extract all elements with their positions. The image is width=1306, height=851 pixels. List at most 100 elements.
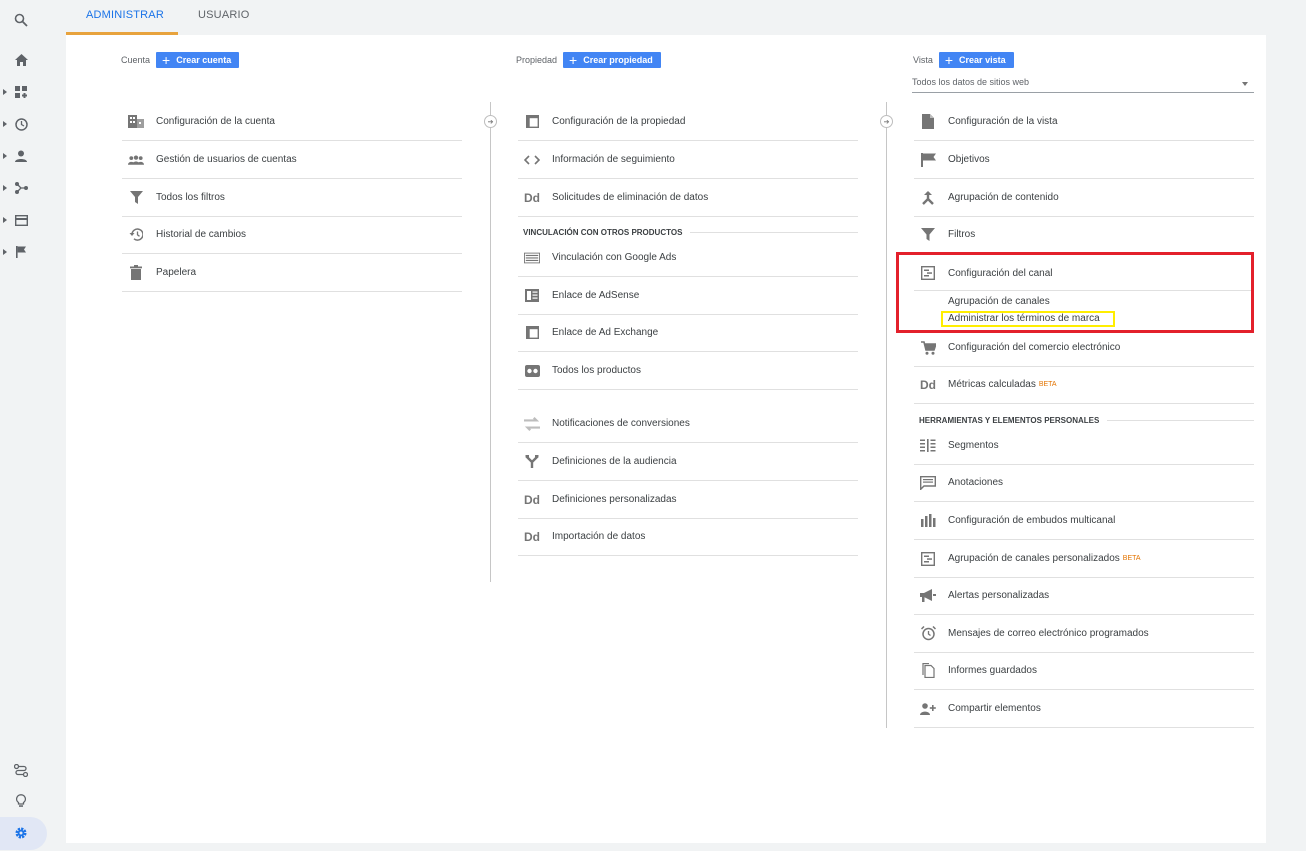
bar-chart-icon xyxy=(920,513,936,529)
account-filters-item[interactable]: Todos los filtros xyxy=(122,179,462,217)
expand-caret-icon[interactable] xyxy=(3,185,7,191)
content-grouping-item[interactable]: Agrupación de contenido xyxy=(914,179,1254,217)
goals-item[interactable]: Objetivos xyxy=(914,141,1254,179)
conversion-notifications-item[interactable]: Notificaciones de conversiones xyxy=(518,405,858,443)
account-users-item[interactable]: Gestión de usuarios de cuentas xyxy=(122,141,462,179)
property-header: Propiedad + Crear propiedad xyxy=(516,52,661,68)
saved-reports-item[interactable]: Informes guardados xyxy=(914,652,1254,690)
multichannel-funnels-item[interactable]: Configuración de embudos multicanal xyxy=(914,502,1254,540)
view-selected-value: Todos los datos de sitios web xyxy=(912,77,1030,87)
beta-badge: BETA xyxy=(1122,555,1141,562)
plus-icon: + xyxy=(162,52,171,68)
person-icon[interactable] xyxy=(12,147,30,165)
people-icon xyxy=(128,152,144,168)
history-icon xyxy=(128,227,144,243)
flag-icon xyxy=(920,152,936,168)
plus-icon: + xyxy=(569,52,578,68)
ads-icon xyxy=(524,250,540,266)
dd-icon: Dd xyxy=(920,377,936,392)
beta-badge: BETA xyxy=(1038,381,1057,388)
column-divider xyxy=(490,102,491,582)
filter-icon xyxy=(128,190,144,206)
megaphone-icon xyxy=(920,588,936,604)
create-view-button[interactable]: + Crear vista xyxy=(938,52,1014,68)
arrow-right-icon: ➔ xyxy=(484,115,497,128)
person-add-icon xyxy=(920,701,936,717)
create-account-button[interactable]: + Crear cuenta xyxy=(156,52,240,68)
custom-definitions-item[interactable]: Dd Definiciones personalizadas xyxy=(518,481,858,519)
swap-icon xyxy=(524,416,540,432)
adsense-link-item[interactable]: Enlace de AdSense xyxy=(518,277,858,315)
gear-icon[interactable] xyxy=(12,824,30,842)
search-icon[interactable] xyxy=(12,11,30,29)
custom-alerts-item[interactable]: Alertas personalizadas xyxy=(914,577,1254,615)
ecommerce-settings-item[interactable]: Configuración del comercio electrónico xyxy=(914,329,1254,367)
code-icon xyxy=(524,152,540,168)
home-icon[interactable] xyxy=(12,51,30,69)
adsense-icon xyxy=(524,288,540,304)
expand-caret-icon[interactable] xyxy=(3,121,7,127)
calculated-metrics-item[interactable]: Dd Métricas calculadas BETA xyxy=(914,366,1254,404)
account-trash-item[interactable]: Papelera xyxy=(122,254,462,292)
products-icon xyxy=(524,363,540,379)
highlight-yellow-box xyxy=(941,311,1115,327)
tracking-info-item[interactable]: Información de seguimiento xyxy=(518,141,858,179)
route-icon[interactable] xyxy=(12,761,30,779)
fork-icon xyxy=(524,454,540,470)
cart-icon xyxy=(920,340,936,356)
lightbulb-icon[interactable] xyxy=(12,792,30,810)
segments-item[interactable]: Segmentos xyxy=(914,427,1254,465)
tab-administrar[interactable]: ADMINISTRAR xyxy=(86,9,164,21)
clock-icon[interactable] xyxy=(12,115,30,133)
custom-channel-grouping-item[interactable]: Agrupación de canales personalizados BETA xyxy=(914,540,1254,578)
view-selector[interactable]: Todos los datos de sitios web xyxy=(912,77,1254,93)
column-divider xyxy=(886,102,887,728)
dd-icon: Dd xyxy=(524,492,540,507)
expand-caret-icon[interactable] xyxy=(3,217,7,223)
share-assets-item[interactable]: Compartir elementos xyxy=(914,690,1254,728)
account-label: Cuenta xyxy=(121,55,151,65)
account-history-item[interactable]: Historial de cambios xyxy=(122,216,462,254)
account-settings-item[interactable]: Configuración de la cuenta xyxy=(122,103,462,141)
window-icon xyxy=(524,325,540,341)
alarm-icon xyxy=(920,626,936,642)
saved-report-icon xyxy=(920,663,936,679)
window-icon xyxy=(524,114,540,130)
tab-usuario[interactable]: USUARIO xyxy=(198,9,250,21)
segments-icon xyxy=(920,438,936,454)
data-import-item[interactable]: Dd Importación de datos xyxy=(518,518,858,556)
merge-icon xyxy=(920,190,936,206)
chevron-down-icon xyxy=(1242,82,1248,86)
google-ads-link-item[interactable]: Vinculación con Google Ads xyxy=(518,239,858,277)
filter-icon xyxy=(920,227,936,243)
card-icon[interactable] xyxy=(12,211,30,229)
view-label: Vista xyxy=(913,55,933,65)
data-deletion-item[interactable]: Dd Solicitudes de eliminación de datos xyxy=(518,179,858,217)
channel-icon xyxy=(920,551,936,567)
view-settings-item[interactable]: Configuración de la vista xyxy=(914,103,1254,141)
trash-icon xyxy=(128,265,144,281)
audience-definitions-item[interactable]: Definiciones de la audiencia xyxy=(518,443,858,481)
annotations-item[interactable]: Anotaciones xyxy=(914,464,1254,502)
plus-icon: + xyxy=(944,52,954,68)
scheduled-emails-item[interactable]: Mensajes de correo electrónico programad… xyxy=(914,615,1254,653)
building-icon xyxy=(128,114,144,130)
ad-exchange-link-item[interactable]: Enlace de Ad Exchange xyxy=(518,314,858,352)
left-rail xyxy=(0,0,47,851)
expand-caret-icon[interactable] xyxy=(3,89,7,95)
property-label: Propiedad xyxy=(516,55,558,65)
arrow-right-icon: ➔ xyxy=(880,115,893,128)
create-property-button[interactable]: + Crear propiedad xyxy=(563,52,661,68)
all-products-item[interactable]: Todos los productos xyxy=(518,352,858,390)
property-settings-item[interactable]: Configuración de la propiedad xyxy=(518,103,858,141)
dd-icon: Dd xyxy=(524,529,540,544)
flag-icon[interactable] xyxy=(12,243,30,261)
document-icon xyxy=(920,114,936,130)
expand-caret-icon[interactable] xyxy=(3,249,7,255)
view-filters-item[interactable]: Filtros xyxy=(914,216,1254,254)
expand-caret-icon[interactable] xyxy=(3,153,7,159)
share-icon[interactable] xyxy=(12,179,30,197)
dashboard-icon[interactable] xyxy=(12,83,30,101)
comment-icon xyxy=(920,475,936,491)
account-header: Cuenta + Crear cuenta xyxy=(121,52,240,68)
